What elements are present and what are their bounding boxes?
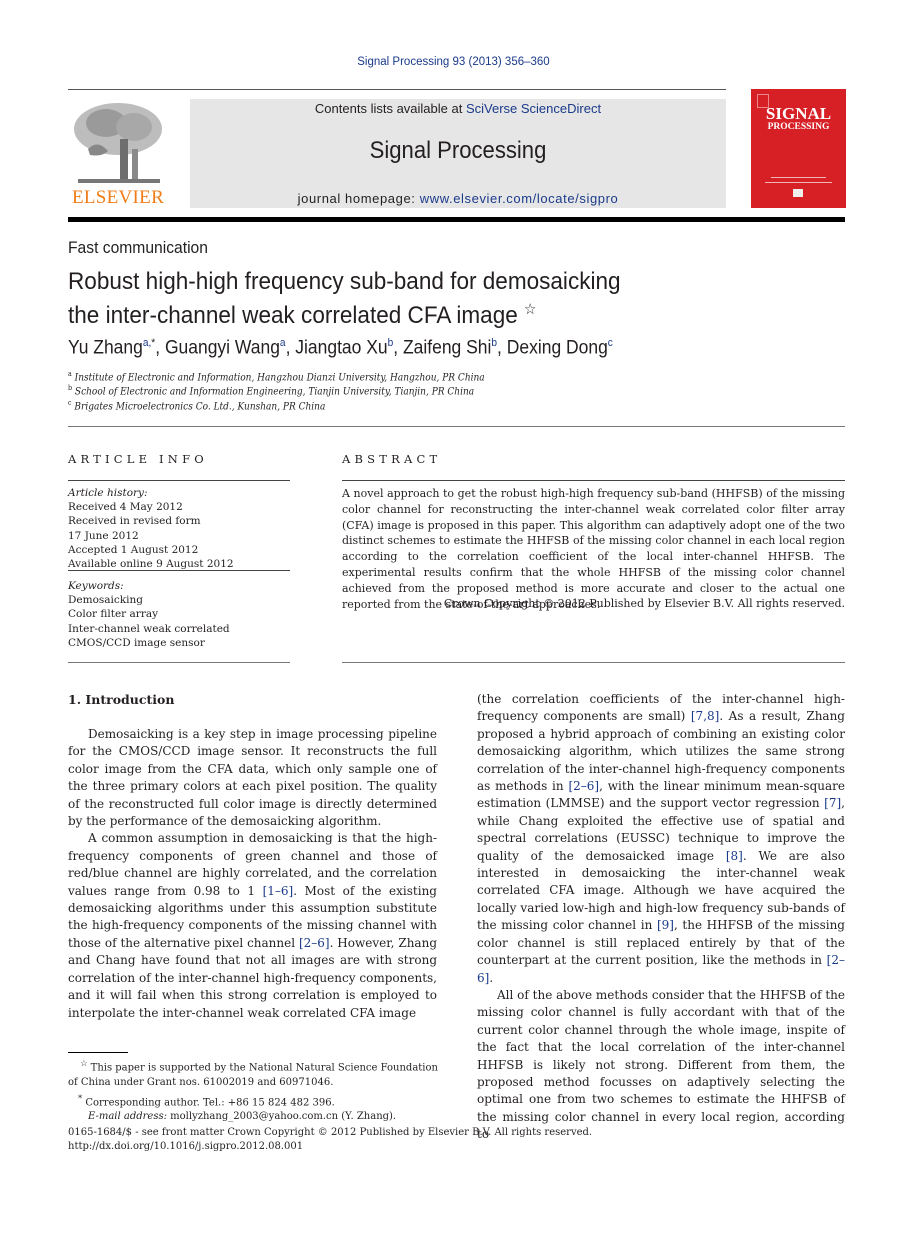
cover-publisher-icon [793, 189, 803, 197]
affiliation: c Brigates Microelectronics Co. Ltd., Ku… [68, 399, 325, 412]
citation-link[interactable]: [7] [824, 796, 841, 810]
affiliation: a Institute of Electronic and Informatio… [68, 370, 485, 383]
author-list: Yu Zhanga,*, Guangyi Wanga, Jiangtao Xub… [68, 337, 613, 359]
abstract-heading: ABSTRACT [342, 452, 442, 466]
citation-link[interactable]: [2–6] [299, 936, 330, 950]
journal-cover-thumbnail[interactable]: SIGNAL PROCESSING [751, 89, 846, 208]
affiliation-link[interactable]: a [280, 337, 286, 349]
keywords: Keywords: Demosaicking Color filter arra… [68, 579, 290, 650]
footnote-rule [68, 1052, 128, 1053]
section-heading: 1. Introduction [68, 692, 175, 707]
journal-reference-link[interactable]: Signal Processing 93 (2013) 356–360 [0, 56, 907, 68]
divider [68, 662, 290, 663]
citation-link[interactable]: [7,8] [691, 709, 719, 723]
affiliation-link[interactable]: a, [143, 337, 151, 349]
citation-link[interactable]: [1–6] [263, 884, 294, 898]
text: Corresponding author. Tel.: +86 15 824 4… [82, 1096, 335, 1108]
article-info-heading: ARTICLE INFO [68, 452, 208, 466]
header-rule [68, 89, 726, 90]
email-label: E-mail address: [88, 1111, 167, 1123]
elsevier-wordmark: ELSEVIER [71, 187, 165, 208]
journal-name: Signal Processing [369, 137, 547, 164]
affiliation-text: Brigates Microelectronics Co. Ltd., Kuns… [74, 401, 326, 413]
article-title: Robust high-high frequency sub-band for … [68, 268, 730, 330]
elsevier-tree-icon [74, 103, 162, 183]
divider [68, 570, 290, 571]
sciencedirect-link[interactable]: SciVerse ScienceDirect [466, 101, 601, 116]
citation-link[interactable]: [2–6] [568, 779, 599, 793]
history-item: Accepted 1 August 2012 [68, 543, 199, 556]
paragraph: (the correlation coefficients of the int… [477, 691, 845, 987]
funding-footnote-cont: of China under Grant nos. 61002019 and 6… [68, 1076, 334, 1088]
affiliation-link[interactable]: b [491, 337, 497, 349]
email-footnote: E-mail address: mollyzhang_2003@yahoo.co… [68, 1110, 448, 1125]
bottom-matter: 0165-1684/$ - see front matter Crown Cop… [68, 1126, 668, 1155]
body-column-left: Demosaicking is a key step in image proc… [68, 726, 437, 1022]
header-thick-rule [68, 217, 845, 222]
affiliation-text: School of Electronic and Information Eng… [74, 386, 475, 398]
paragraph: Demosaicking is a key step in image proc… [68, 727, 437, 829]
keyword: CMOS/CCD image sensor [68, 636, 205, 649]
footnotes: ☆ This paper is supported by the Nationa… [68, 1056, 448, 1125]
elsevier-logo: ELSEVIER [68, 99, 168, 209]
divider [342, 662, 845, 663]
journal-banner: Contents lists available at SciVerse Sci… [190, 99, 726, 208]
affiliation: b School of Electronic and Information E… [68, 384, 474, 397]
title-footnote-star-link[interactable]: ☆ [524, 301, 536, 318]
affiliation-link[interactable]: b [388, 337, 394, 349]
author-name: Dexing Dong [506, 337, 608, 359]
keyword: Color filter array [68, 608, 159, 621]
title-line-1: Robust high-high frequency sub-band for … [68, 268, 621, 295]
contents-line: Contents lists available at SciVerse Sci… [190, 101, 726, 116]
cover-title-processing: PROCESSING [767, 122, 830, 132]
email-link[interactable]: mollyzhang_2003@yahoo.com.cn (Y. Zhang). [167, 1111, 396, 1122]
history-item: 17 June 2012 [68, 529, 139, 542]
author-name: Yu Zhang [68, 337, 143, 359]
citation-link[interactable]: [9] [657, 918, 674, 932]
keywords-label: Keywords: [68, 580, 124, 592]
homepage-prefix: journal homepage: [297, 191, 420, 206]
history-label: Article history: [68, 487, 148, 499]
history-item: Received 4 May 2012 [68, 501, 183, 514]
section-divider [68, 426, 845, 427]
affiliation-link[interactable]: c [608, 337, 613, 349]
affiliation-text: Institute of Electronic and Information,… [74, 372, 485, 384]
keyword: Demosaicking [68, 594, 144, 607]
title-line-2-text: the inter-channel weak correlated CFA im… [68, 302, 518, 330]
paragraph: All of the above methods consider that t… [477, 987, 845, 1142]
funding-footnote: ☆ This paper is supported by the Nationa… [68, 1056, 448, 1076]
homepage-link[interactable]: www.elsevier.com/locate/sigpro [420, 191, 619, 206]
author-name: Zaifeng Shi [402, 337, 492, 359]
affiliation-mark: c [68, 399, 72, 407]
affiliation-mark: b [68, 384, 73, 392]
article-type: Fast communication [68, 238, 208, 257]
affiliation-mark: a [68, 370, 72, 378]
author-name: Guangyi Wang [164, 337, 280, 359]
text: This paper is supported by the National … [87, 1062, 438, 1074]
cover-divider [771, 177, 826, 178]
issn-line: 0165-1684/$ - see front matter Crown Cop… [68, 1127, 593, 1138]
title-line-2: the inter-channel weak correlated CFA im… [68, 296, 730, 330]
divider [68, 480, 290, 481]
paragraph: A common assumption in demosaicking is t… [68, 830, 437, 1021]
corresponding-author-link[interactable]: * [151, 337, 155, 349]
abstract-copyright: Crown Copyright © 2012 Published by Else… [443, 597, 845, 610]
history-item: Received in revised form [68, 515, 201, 528]
doi-link[interactable]: http://dx.doi.org/10.1016/j.sigpro.2012.… [68, 1141, 303, 1152]
citation-link[interactable]: [8] [726, 849, 743, 863]
homepage-line: journal homepage: www.elsevier.com/locat… [190, 191, 726, 206]
cover-divider [765, 182, 832, 183]
keyword: Inter-channel weak correlated [68, 622, 230, 635]
body-column-right: (the correlation coefficients of the int… [477, 691, 845, 1144]
divider [342, 480, 845, 481]
contents-prefix: Contents lists available at [314, 101, 466, 116]
article-history: Article history: Received 4 May 2012 Rec… [68, 486, 290, 571]
abstract-text: A novel approach to get the robust high-… [342, 487, 845, 611]
text: . [489, 970, 494, 985]
author-name: Jiangtao Xu [295, 337, 388, 359]
cover-title-signal: SIGNAL [765, 104, 832, 123]
corresponding-footnote: * Corresponding author. Tel.: +86 15 824… [68, 1091, 448, 1111]
